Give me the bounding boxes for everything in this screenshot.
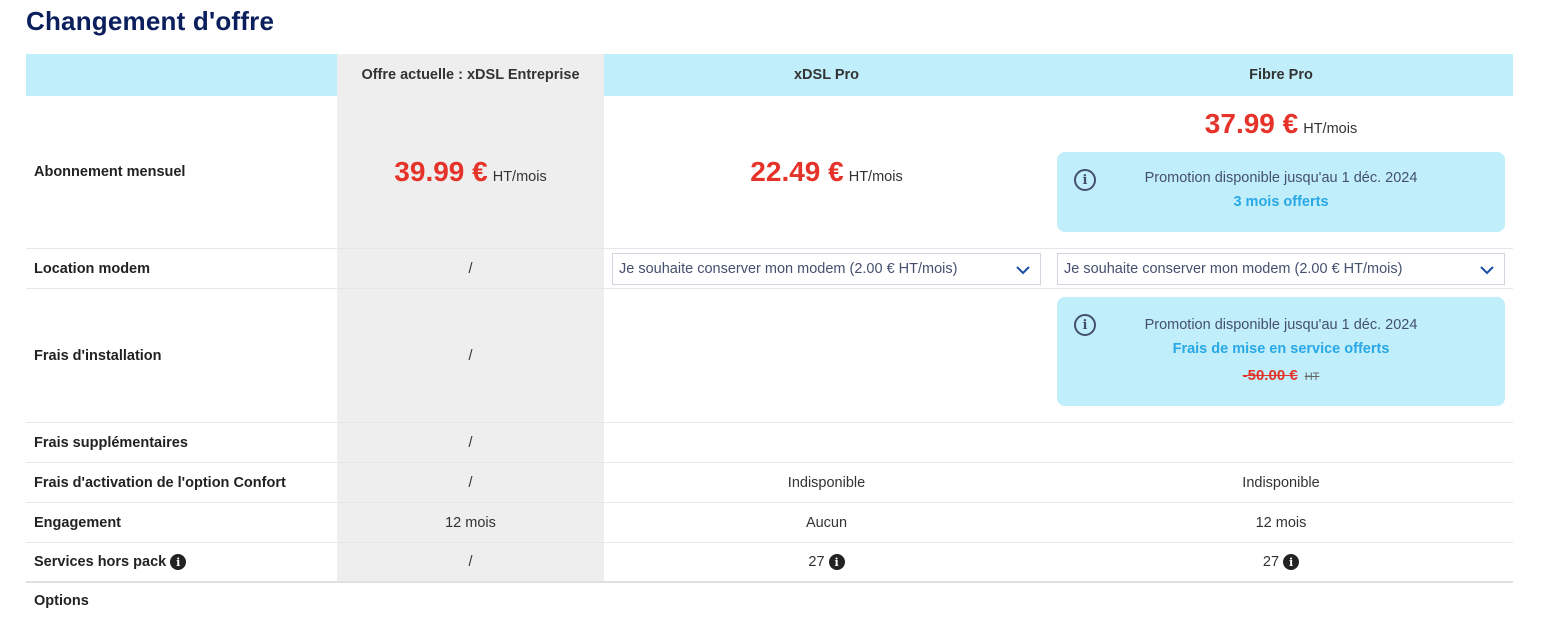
promo-text: Promotion disponible jusqu'au 1 déc. 202… [1144, 317, 1418, 333]
modem-select-fibre-pro[interactable]: Je souhaite conserver mon modem (2.00 € … [1057, 253, 1505, 285]
old-price-amount: -50.00 € [1242, 367, 1298, 384]
xdsl-pro-engagement-value: Aucun [805, 514, 848, 531]
xdsl-pro-services-cell: 27 i [604, 543, 1049, 581]
chevron-down-icon [1480, 266, 1494, 275]
fibre-pro-services-cell: 27 i [1049, 543, 1513, 581]
fibre-pro-installation-cell: i Promotion disponible jusqu'au 1 déc. 2… [1049, 289, 1513, 422]
select-value: Je souhaite conserver mon modem (2.00 € … [619, 261, 958, 277]
old-price: -50.00 € HT [1057, 367, 1505, 384]
fibre-pro-modem-cell: Je souhaite conserver mon modem (2.00 € … [1049, 249, 1513, 288]
table-row-extra-fees: Frais supplémentaires / [26, 423, 1513, 463]
price-unit: HT/mois [492, 169, 547, 185]
promo-highlight: Frais de mise en service offerts [1172, 341, 1390, 357]
table-header-row: Offre actuelle : xDSL Entreprise xDSL Pr… [26, 54, 1513, 96]
price-unit: HT/mois [1303, 121, 1358, 137]
current-subscription-price: 39.99 € HT/mois [337, 96, 604, 248]
xdsl-pro-extra-fees-cell [604, 423, 1049, 462]
table-row-subscription: Abonnement mensuel 39.99 € HT/mois 22.49… [26, 96, 1513, 249]
current-confort-value: / [337, 463, 604, 502]
fibre-pro-subscription-price: 37.99 € HT/mois [1049, 108, 1513, 140]
row-label-extra-fees: Frais supplémentaires [34, 434, 188, 451]
info-icon[interactable]: i [170, 554, 187, 570]
current-modem-value: / [337, 249, 604, 288]
services-count: 27 [808, 554, 825, 570]
chevron-down-icon [1016, 266, 1030, 275]
price-amount: 37.99 € [1204, 108, 1299, 139]
fibre-pro-engagement-value: 12 mois [1255, 514, 1307, 531]
row-label-engagement: Engagement [34, 514, 122, 531]
current-services-value: / [337, 543, 604, 581]
xdsl-pro-confort-value: Indisponible [787, 474, 866, 491]
table-row-installation: Frais d'installation / i Promotion dispo… [26, 289, 1513, 423]
header-fibre-pro: Fibre Pro [1249, 67, 1313, 83]
page-title: Changement d'offre [26, 6, 275, 36]
current-engagement-value: 12 mois [337, 503, 604, 542]
row-label-modem: Location modem [34, 260, 151, 277]
promo-box-subscription: i Promotion disponible jusqu'au 1 déc. 2… [1057, 152, 1505, 232]
row-label-services-cell: Services hors pack i [26, 543, 337, 581]
row-label-subscription: Abonnement mensuel [34, 164, 186, 180]
header-xdsl-pro: xDSL Pro [793, 67, 859, 83]
price-unit: HT/mois [848, 169, 903, 185]
xdsl-pro-installation-cell [604, 289, 1049, 422]
table-row-engagement: Engagement 12 mois Aucun 12 mois [26, 503, 1513, 543]
info-icon[interactable]: i [1283, 554, 1300, 570]
price-amount: 39.99 € [394, 156, 488, 187]
fibre-pro-subscription-cell: 37.99 € HT/mois i Promotion disponible j… [1049, 96, 1513, 248]
xdsl-pro-modem-cell: Je souhaite conserver mon modem (2.00 € … [604, 249, 1049, 288]
row-label-installation: Frais d'installation [34, 347, 162, 364]
table-row-services: Services hors pack i / 27 i 27 i [26, 543, 1513, 583]
promo-text: Promotion disponible jusqu'au 1 déc. 202… [1144, 170, 1418, 186]
current-extra-fees-value: / [337, 423, 604, 462]
select-value: Je souhaite conserver mon modem (2.00 € … [1064, 261, 1403, 277]
current-installation-value: / [337, 289, 604, 422]
promo-box-installation: i Promotion disponible jusqu'au 1 déc. 2… [1057, 297, 1505, 406]
fibre-pro-extra-fees-cell [1049, 423, 1513, 462]
header-empty-cell [26, 54, 337, 96]
price-amount: 22.49 € [750, 156, 844, 187]
modem-select-xdsl-pro[interactable]: Je souhaite conserver mon modem (2.00 € … [612, 253, 1041, 285]
fibre-pro-confort-value: Indisponible [1242, 474, 1320, 491]
xdsl-pro-subscription-price: 22.49 € HT/mois [604, 96, 1049, 248]
services-count: 27 [1262, 554, 1280, 570]
info-icon[interactable]: i [828, 554, 845, 570]
header-current-offer: Offre actuelle : xDSL Entreprise [337, 54, 604, 96]
promo-highlight: 3 mois offerts [1233, 194, 1329, 210]
options-section-title: Options [34, 593, 89, 609]
row-label-confort: Frais d'activation de l'option Confort [34, 474, 286, 491]
table-row-modem: Location modem / Je souhaite conserver m… [26, 249, 1513, 289]
table-row-confort: Frais d'activation de l'option Confort /… [26, 463, 1513, 503]
row-label-services: Services hors pack [34, 554, 167, 570]
old-price-unit: HT [1304, 371, 1320, 383]
